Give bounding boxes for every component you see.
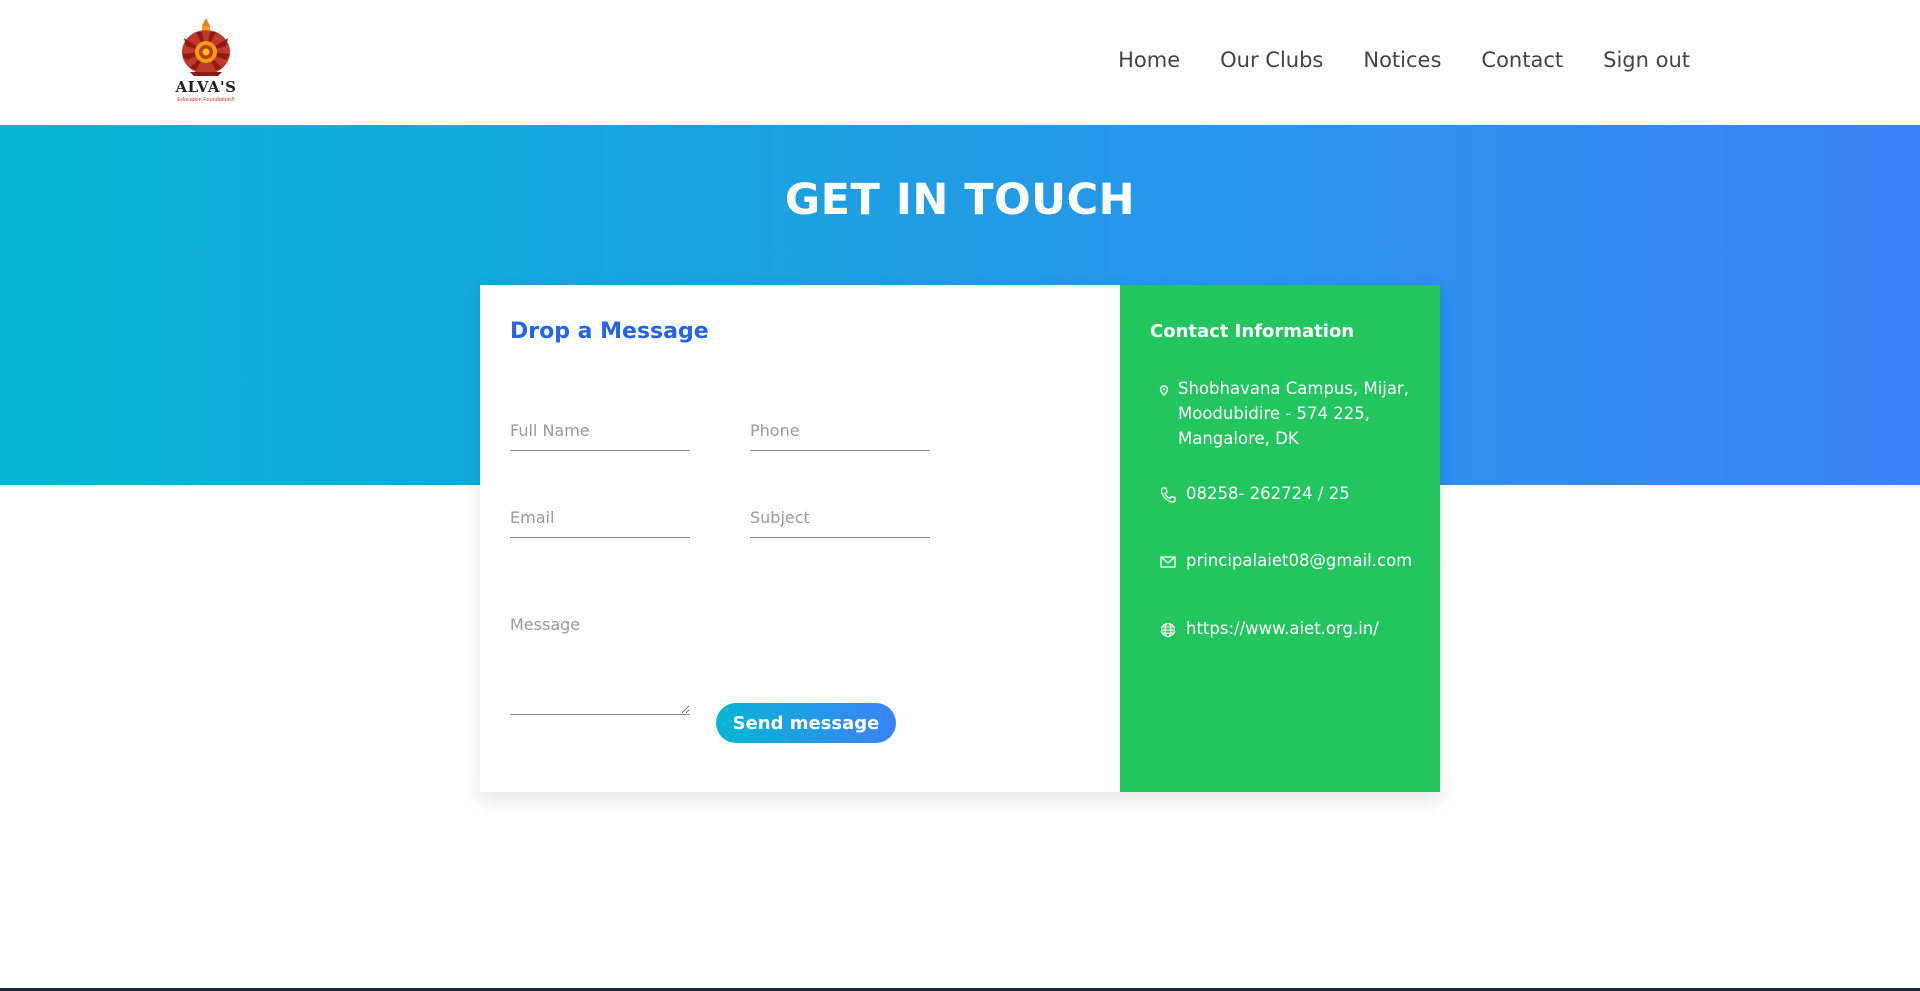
page-title: GET IN TOUCH xyxy=(784,175,1136,225)
nav-contact[interactable]: Contact xyxy=(1481,48,1563,72)
navbar: ALVA'S Education Foundation® Home Our Cl… xyxy=(0,0,1920,125)
email-input[interactable] xyxy=(510,498,690,538)
phone-item: 08258- 262724 / 25 xyxy=(1158,481,1350,506)
alvas-logo[interactable]: ALVA'S Education Foundation® xyxy=(168,16,244,108)
phone-input[interactable] xyxy=(750,411,930,451)
nav-notices[interactable]: Notices xyxy=(1363,48,1441,72)
full-name-input[interactable] xyxy=(510,411,690,451)
website-link[interactable]: https://www.aiet.org.in/ xyxy=(1186,616,1379,641)
mail-icon xyxy=(1160,556,1176,568)
contact-info-title: Contact Information xyxy=(1150,321,1355,342)
address-item: Shobhavana Campus, Mijar, Moodubidire - … xyxy=(1158,376,1418,451)
form-title: Drop a Message xyxy=(510,319,709,344)
subject-input[interactable] xyxy=(750,498,930,538)
logo-subtitle: Education Foundation® xyxy=(177,97,235,103)
nav-home[interactable]: Home xyxy=(1118,48,1180,72)
phone-icon xyxy=(1160,487,1176,503)
contact-card: Drop a Message Send message Contact Info… xyxy=(480,285,1440,792)
message-form: Drop a Message Send message xyxy=(480,285,1120,792)
lamp-emblem-icon xyxy=(182,18,230,76)
address-text: Shobhavana Campus, Mijar, Moodubidire - … xyxy=(1178,379,1410,448)
logo-wordmark: ALVA'S xyxy=(175,78,237,96)
nav-our-clubs[interactable]: Our Clubs xyxy=(1220,48,1323,72)
nav-sign-out[interactable]: Sign out xyxy=(1603,48,1690,72)
email-text[interactable]: principalaiet08@gmail.com xyxy=(1186,548,1412,573)
email-item: principalaiet08@gmail.com xyxy=(1158,548,1412,573)
website-item: https://www.aiet.org.in/ xyxy=(1158,616,1379,641)
phone-text: 08258- 262724 / 25 xyxy=(1186,484,1350,503)
globe-icon xyxy=(1160,622,1176,638)
send-message-button[interactable]: Send message xyxy=(716,703,896,743)
contact-information-panel: Contact Information Shobhavana Campus, M… xyxy=(1120,285,1440,792)
message-textarea[interactable] xyxy=(510,615,690,715)
map-pin-icon xyxy=(1159,385,1169,396)
main-nav: Home Our Clubs Notices Contact Sign out xyxy=(1118,48,1690,72)
